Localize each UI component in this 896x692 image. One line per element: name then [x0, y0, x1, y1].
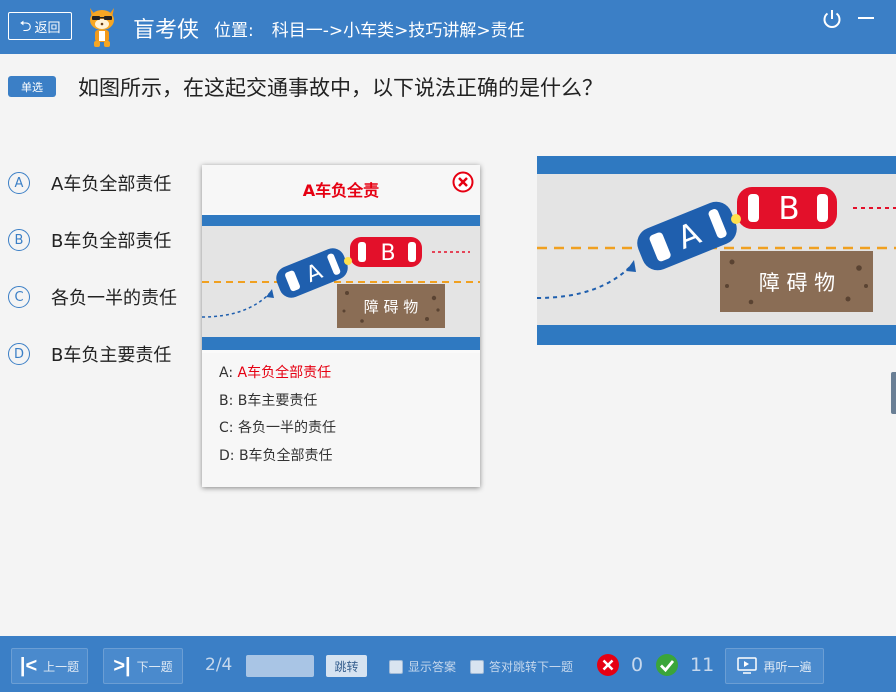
road-edge-top: [202, 215, 480, 226]
option-letter: C: [8, 286, 30, 308]
option-text: 各负一半的责任: [51, 288, 177, 309]
obstacle-label: 障 碍 物: [759, 271, 835, 295]
collision-spark-icon: [344, 257, 352, 265]
page-indicator: 2/4: [205, 655, 233, 675]
show-answer-label: 显示答案: [408, 660, 457, 674]
car-b-label: B: [778, 191, 799, 227]
back-button[interactable]: ⮌ 返回: [8, 12, 72, 40]
car-b-label: B: [380, 241, 395, 266]
option-letter: D: [8, 343, 30, 365]
minimize-icon[interactable]: [858, 17, 874, 19]
popup-row-key: B:: [219, 392, 234, 409]
road-edge-top: [537, 156, 896, 174]
location-label: 位置:: [214, 21, 254, 41]
question-text: 如图所示，在这起交通事故中，以下说法正确的是什么？: [78, 76, 603, 100]
obstacle-label: 障 碍 物: [364, 298, 419, 316]
return-arrow-icon: ⮌: [19, 17, 32, 35]
option-text: B车负主要责任: [51, 345, 172, 366]
option-a[interactable]: A A车负全部责任: [8, 170, 171, 196]
popup-row-a: A: A车负全部责任: [219, 363, 336, 391]
jump-button[interactable]: 跳转: [326, 655, 367, 677]
auto-next-label: 答对跳转下一题: [489, 660, 574, 674]
speaker-icon: [737, 657, 758, 674]
back-button-label: 返回: [34, 19, 61, 35]
collision-spark-icon: [731, 214, 741, 224]
wrong-icon: [597, 654, 619, 676]
popup-row-value: A车负全部责任: [237, 365, 332, 381]
prev-question-label: 上一题: [43, 659, 80, 674]
next-question-button[interactable]: >| 下一题: [103, 648, 183, 684]
skip-forward-icon: >|: [113, 654, 131, 677]
car-b: B: [350, 237, 422, 267]
road-edge-bottom: [202, 337, 480, 350]
popup-row-key: D:: [219, 447, 235, 464]
popup-answer-list: A: A车负全部责任 B: B车主要责任 C: 各负一半的责任 D: B车负全部…: [219, 363, 336, 473]
car-b: B: [737, 187, 837, 229]
option-text: B车负全部责任: [51, 231, 172, 252]
option-d[interactable]: D B车负主要责任: [8, 341, 171, 367]
option-c[interactable]: C 各负一半的责任: [8, 284, 177, 310]
app-title: 盲考侠: [133, 18, 200, 43]
checkbox-box[interactable]: [470, 659, 484, 674]
replay-audio-label: 再听一遍: [763, 659, 812, 674]
tiger-mascot-logo: [90, 8, 114, 47]
breadcrumb: 位置: 科目一->小车类>技巧讲解>责任: [214, 16, 525, 41]
road-edge-bottom: [537, 325, 896, 345]
option-letter: A: [8, 172, 30, 194]
auto-next-checkbox[interactable]: 答对跳转下一题: [470, 658, 573, 675]
power-icon[interactable]: [821, 8, 843, 30]
popup-row-key: A:: [219, 365, 234, 381]
replay-audio-button[interactable]: 再听一遍: [725, 648, 824, 684]
correct-count: 11: [690, 654, 715, 676]
question-image: 障 碍 物 A B: [537, 156, 896, 345]
popup-row-value: B车负全部责任: [238, 447, 333, 464]
title-bar: ⮌ 返回 盲考侠 位置: 科目一->小车类>技巧讲解>责任: [0, 0, 896, 54]
popup-row-key: C:: [219, 420, 234, 436]
explanation-popup: A车负全责 障 碍 物 A B A: A车负全部责任 B: B车主要责任 C: …: [202, 165, 480, 487]
option-b[interactable]: B B车负全部责任: [8, 227, 171, 253]
accident-diagram: 障 碍 物 A B: [202, 213, 480, 353]
popup-row-c: C: 各负一半的责任: [219, 418, 336, 446]
next-question-label: 下一题: [136, 659, 173, 674]
option-letter: B: [8, 229, 30, 251]
popup-row-b: B: B车主要责任: [219, 391, 336, 419]
popup-title: A车负全责: [302, 181, 380, 200]
popup-row-value: 各负一半的责任: [237, 420, 336, 436]
skip-back-icon: |<: [19, 654, 38, 677]
close-icon[interactable]: [452, 171, 474, 193]
question-type-badge: 单选: [8, 76, 56, 97]
show-answer-checkbox[interactable]: 显示答案: [389, 658, 456, 675]
prev-question-button[interactable]: |< 上一题: [11, 648, 88, 684]
location-path: 科目一->小车类>技巧讲解>责任: [271, 21, 525, 41]
correct-icon: [656, 654, 678, 676]
wrong-count: 0: [631, 654, 644, 676]
popup-row-d: D: B车负全部责任: [219, 446, 336, 474]
checkbox-box[interactable]: [389, 659, 403, 674]
side-panel-handle[interactable]: [891, 372, 896, 414]
popup-row-value: B车主要责任: [237, 392, 318, 409]
page-jump-input[interactable]: [246, 655, 314, 677]
option-text: A车负全部责任: [51, 174, 172, 195]
